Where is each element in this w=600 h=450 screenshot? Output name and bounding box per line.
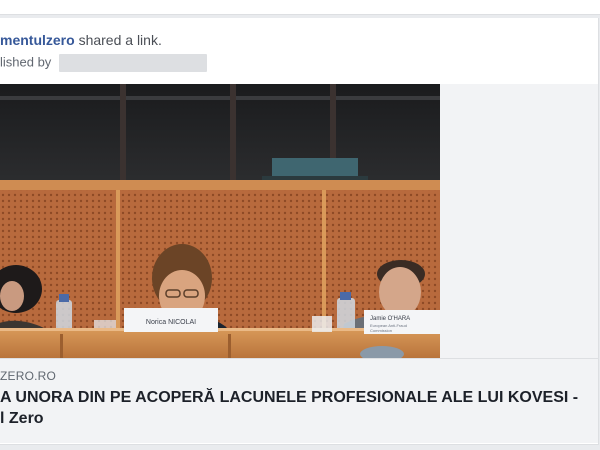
nameplate-right: Jamie O'HARA — [370, 316, 410, 322]
link-domain: ZERO.RO — [0, 369, 57, 383]
preview-media: Norica NICOLAI Jamie O'HARA European Ant… — [0, 84, 598, 358]
link-preview[interactable]: Norica NICOLAI Jamie O'HARA European Ant… — [0, 84, 598, 443]
published-by-label: lished by — [0, 54, 52, 70]
post-header: mentulzero shared a link. — [0, 32, 162, 48]
headline-line-1: A UNORA DIN PE ACOPERĂ LACUNELE PROFESIO… — [0, 389, 579, 406]
preview-image[interactable]: Norica NICOLAI Jamie O'HARA European Ant… — [0, 84, 440, 358]
link-headline[interactable]: A UNORA DIN PE ACOPERĂ LACUNELE PROFESIO… — [0, 387, 600, 429]
published-by-line: lished by — [0, 54, 208, 72]
post-card: mentulzero shared a link. lished by Nori… — [0, 18, 599, 445]
headline-line-2: l Zero — [0, 410, 44, 427]
nameplate-right-sub2: Commission — [370, 328, 392, 333]
nameplate-center: Norica NICOLAI — [146, 319, 196, 326]
post-action-text: shared a link. — [74, 32, 162, 48]
top-bar — [0, 0, 600, 15]
redacted-publisher — [59, 54, 208, 72]
preview-caption[interactable]: ZERO.RO A UNORA DIN PE ACOPERĂ LACUNELE … — [0, 358, 598, 443]
author-link[interactable]: mentulzero — [0, 32, 75, 48]
